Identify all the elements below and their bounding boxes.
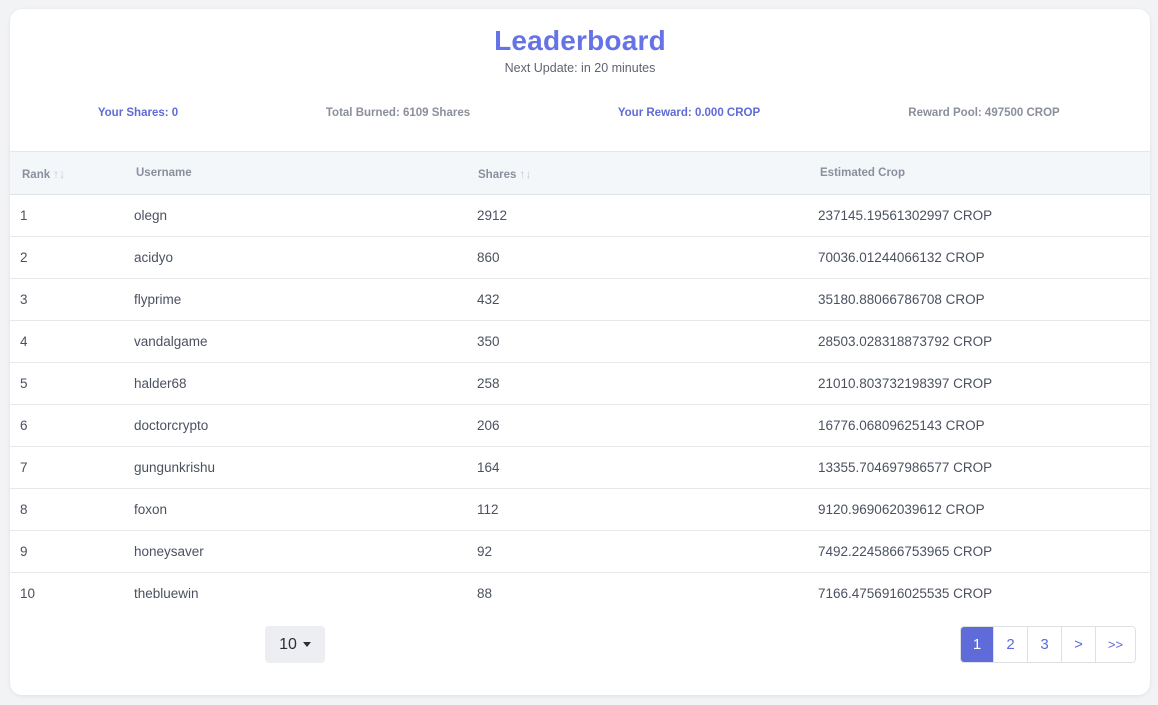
- rank-cell: 2: [20, 250, 28, 265]
- your-shares-stat: Your Shares: 0: [97, 107, 179, 119]
- table-row: 5 halder68 258 21010.803732198397 CROP: [10, 363, 1150, 405]
- estimated-crop-cell: 7492.2245866753965 CROP: [818, 544, 993, 559]
- rank-cell: 8: [20, 502, 28, 517]
- rank-cell: 7: [20, 460, 28, 475]
- estimated-crop-cell: 16776.06809625143 CROP: [818, 418, 985, 433]
- table-row: 10 thebluewin 88 7166.4756916025535 CROP: [10, 573, 1150, 615]
- page-title: Leaderboard: [494, 25, 666, 56]
- table-row: 6 doctorcrypto 206 16776.06809625143 CRO…: [10, 405, 1150, 447]
- leaderboard-card: Leaderboard Next Update: in 20 minutes Y…: [10, 9, 1150, 695]
- rank-cell: 1: [20, 208, 28, 223]
- sort-icon[interactable]: ↑↓: [53, 167, 65, 181]
- rank-cell: 3: [20, 292, 28, 307]
- shares-cell: 112: [477, 502, 499, 517]
- column-header-username: Username: [136, 167, 192, 179]
- shares-cell: 2912: [477, 208, 508, 223]
- username-cell: halder68: [134, 376, 187, 391]
- table-row: 3 flyprime 432 35180.88066786708 CROP: [10, 279, 1150, 321]
- page-size-value: 10: [279, 635, 297, 653]
- page-button-2[interactable]: 2: [993, 627, 1027, 662]
- username-cell: olegn: [134, 208, 168, 223]
- column-header-rank[interactable]: Rank ↑↓: [22, 167, 65, 181]
- rank-cell: 4: [20, 334, 28, 349]
- sort-icon[interactable]: ↑↓: [519, 167, 531, 181]
- username-cell: foxon: [134, 502, 168, 517]
- shares-cell: 432: [477, 292, 500, 307]
- next-update-text: Next Update: in 20 minutes: [504, 61, 656, 75]
- username-cell: doctorcrypto: [134, 418, 209, 433]
- pagination: 1 2 3 > >>: [960, 626, 1136, 663]
- column-header-shares[interactable]: Shares ↑↓: [478, 167, 531, 181]
- username-cell: honeysaver: [134, 544, 204, 559]
- column-label-shares: Shares: [478, 169, 517, 181]
- last-page-button[interactable]: >>: [1095, 627, 1135, 662]
- table-row: 2 acidyo 860 70036.01244066132 CROP: [10, 237, 1150, 279]
- column-label-estimated-crop: Estimated Crop: [820, 167, 905, 179]
- page-button-1[interactable]: 1: [961, 627, 993, 662]
- page-size-dropdown[interactable]: 10: [265, 626, 325, 663]
- table-row: 9 honeysaver 92 7492.2245866753965 CROP: [10, 531, 1150, 573]
- total-burned-stat: Total Burned: 6109 Shares: [325, 107, 471, 119]
- shares-cell: 350: [477, 334, 500, 349]
- shares-cell: 92: [477, 544, 493, 559]
- estimated-crop-cell: 70036.01244066132 CROP: [818, 250, 985, 265]
- stats-bar: Your Shares: 0 Total Burned: 6109 Shares…: [10, 107, 1150, 123]
- username-cell: vandalgame: [134, 334, 208, 349]
- estimated-crop-cell: 7166.4756916025535 CROP: [818, 586, 993, 601]
- estimated-crop-cell: 9120.969062039612 CROP: [818, 502, 985, 517]
- table-row: 7 gungunkrishu 164 13355.704697986577 CR…: [10, 447, 1150, 489]
- username-cell: gungunkrishu: [134, 460, 216, 475]
- table-row: 8 foxon 112 9120.969062039612 CROP: [10, 489, 1150, 531]
- estimated-crop-cell: 237145.19561302997 CROP: [818, 208, 993, 223]
- shares-cell: 88: [477, 586, 493, 601]
- rank-cell: 10: [20, 586, 36, 601]
- next-page-button[interactable]: >: [1061, 627, 1095, 662]
- estimated-crop-cell: 13355.704697986577 CROP: [818, 460, 993, 475]
- shares-cell: 206: [477, 418, 500, 433]
- column-header-estimated-crop: Estimated Crop: [820, 167, 905, 179]
- shares-cell: 258: [477, 376, 500, 391]
- caret-down-icon: [302, 642, 311, 647]
- rank-cell: 6: [20, 418, 28, 433]
- username-cell: thebluewin: [134, 586, 199, 601]
- rank-cell: 9: [20, 544, 28, 559]
- reward-pool-stat: Reward Pool: 497500 CROP: [908, 107, 1060, 119]
- column-label-username: Username: [136, 167, 192, 179]
- page-button-3[interactable]: 3: [1027, 627, 1061, 662]
- table-row: 1 olegn 2912 237145.19561302997 CROP: [10, 195, 1150, 237]
- estimated-crop-cell: 35180.88066786708 CROP: [818, 292, 985, 307]
- estimated-crop-cell: 28503.028318873792 CROP: [818, 334, 993, 349]
- shares-cell: 860: [477, 250, 500, 265]
- table-body: 1 olegn 2912 237145.19561302997 CROP 2 a…: [10, 195, 1150, 615]
- table-row: 4 vandalgame 350 28503.028318873792 CROP: [10, 321, 1150, 363]
- table-header: Rank ↑↓ Username Shares ↑↓ Estimated Crop: [10, 151, 1150, 195]
- username-cell: flyprime: [134, 292, 182, 307]
- your-reward-stat: Your Reward: 0.000 CROP: [617, 107, 761, 119]
- estimated-crop-cell: 21010.803732198397 CROP: [818, 376, 993, 391]
- column-label-rank: Rank: [22, 169, 51, 181]
- rank-cell: 5: [20, 376, 28, 391]
- shares-cell: 164: [477, 460, 500, 475]
- username-cell: acidyo: [134, 250, 174, 265]
